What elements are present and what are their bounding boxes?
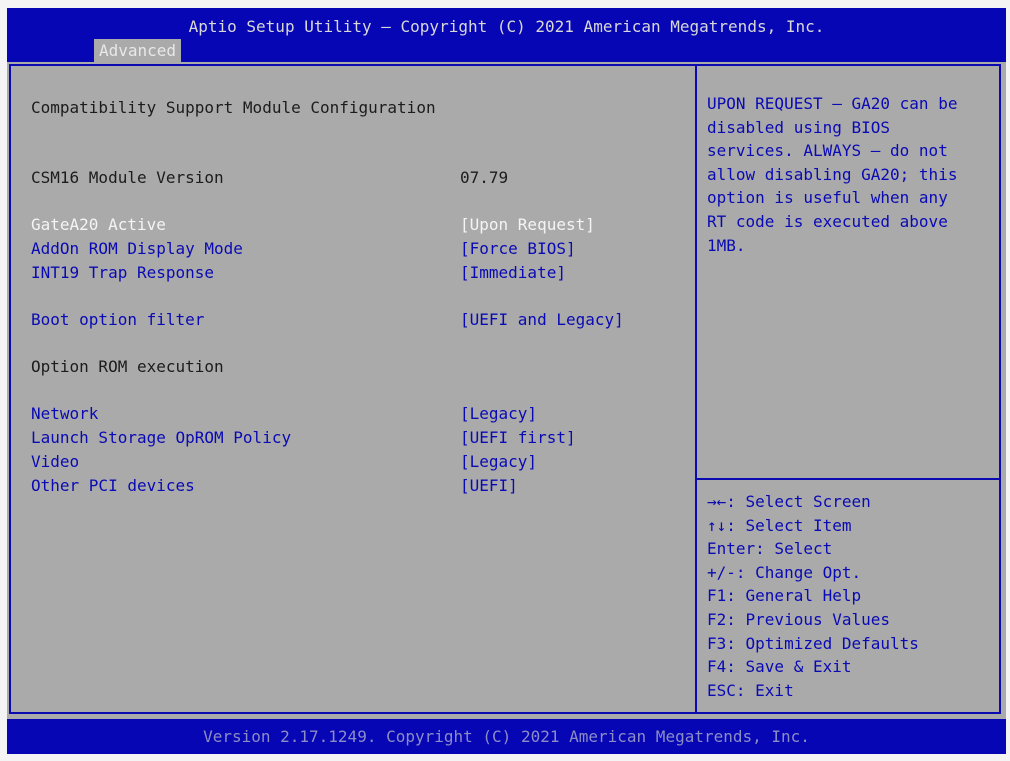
video-label[interactable]: Video [31, 452, 79, 472]
int19-trap-response-label[interactable]: INT19 Trap Response [31, 263, 214, 283]
gatea20-active-value[interactable]: [Upon Request] [460, 215, 595, 235]
help-line: UPON REQUEST – GA20 can be [707, 94, 958, 113]
gatea20-active-label[interactable]: GateA20 Active [31, 215, 166, 235]
boot-option-filter-label[interactable]: Boot option filter [31, 310, 204, 330]
launch-storage-oprom-policy-label[interactable]: Launch Storage OpROM Policy [31, 428, 291, 448]
oprom-heading: Option ROM execution [31, 357, 224, 376]
footer-text: Version 2.17.1249. Copyright (C) 2021 Am… [203, 727, 810, 746]
tab-advanced[interactable]: Advanced [94, 39, 182, 62]
other-pci-devices-value[interactable]: [UEFI] [460, 476, 518, 496]
csm16-version-value: 07.79 [460, 168, 509, 187]
network-value[interactable]: [Legacy] [460, 404, 537, 424]
key-change-opt: +/-: Change Opt. [707, 562, 862, 582]
key-esc: ESC: Exit [707, 680, 794, 700]
addon-rom-display-mode-label[interactable]: AddOn ROM Display Mode [31, 239, 243, 259]
footer-bar: Version 2.17.1249. Copyright (C) 2021 Am… [7, 719, 1006, 754]
int19-trap-response-value[interactable]: [Immediate] [460, 263, 566, 283]
help-line: services. ALWAYS – do not [707, 141, 948, 161]
boot-option-filter-value[interactable]: [UEFI and Legacy] [460, 310, 624, 330]
key-legend: →←: Select Screen ↑↓: Select Item Enter:… [707, 490, 919, 702]
key-f3: F3: Optimized Defaults [707, 633, 919, 653]
help-line: option is useful when any [707, 188, 948, 208]
csm16-version-label: CSM16 Module Version [31, 168, 224, 187]
key-select-screen: →←: Select Screen [707, 492, 871, 511]
key-enter: Enter: Select [707, 539, 833, 559]
network-label[interactable]: Network [31, 404, 98, 424]
help-line: disabled using BIOS [707, 117, 891, 137]
help-line: 1MB. [707, 235, 746, 255]
key-f2: F2: Previous Values [707, 609, 891, 629]
header-bar: Aptio Setup Utility – Copyright (C) 2021… [7, 8, 1006, 62]
key-f4: F4: Save & Exit [707, 657, 852, 677]
help-line: RT code is executed above [707, 211, 948, 231]
app-title: Aptio Setup Utility – Copyright (C) 2021… [188, 17, 825, 36]
panel-divider-vertical [695, 66, 697, 712]
launch-storage-oprom-policy-value[interactable]: [UEFI first] [460, 428, 576, 448]
section-title: Compatibility Support Module Configurati… [31, 98, 436, 117]
bios-screen: Aptio Setup Utility – Copyright (C) 2021… [7, 8, 1006, 754]
help-line: allow disabling GA20; this [707, 164, 958, 184]
key-select-item: ↑↓: Select Item [707, 515, 852, 535]
main-frame: Compatibility Support Module Configurati… [9, 64, 1001, 714]
other-pci-devices-label[interactable]: Other PCI devices [31, 476, 195, 496]
key-f1: F1: General Help [707, 586, 862, 606]
help-panel: UPON REQUEST – GA20 can be disabled usin… [707, 92, 991, 257]
video-value[interactable]: [Legacy] [460, 452, 537, 472]
panel-divider-horizontal [697, 478, 999, 480]
addon-rom-display-mode-value[interactable]: [Force BIOS] [460, 239, 576, 259]
